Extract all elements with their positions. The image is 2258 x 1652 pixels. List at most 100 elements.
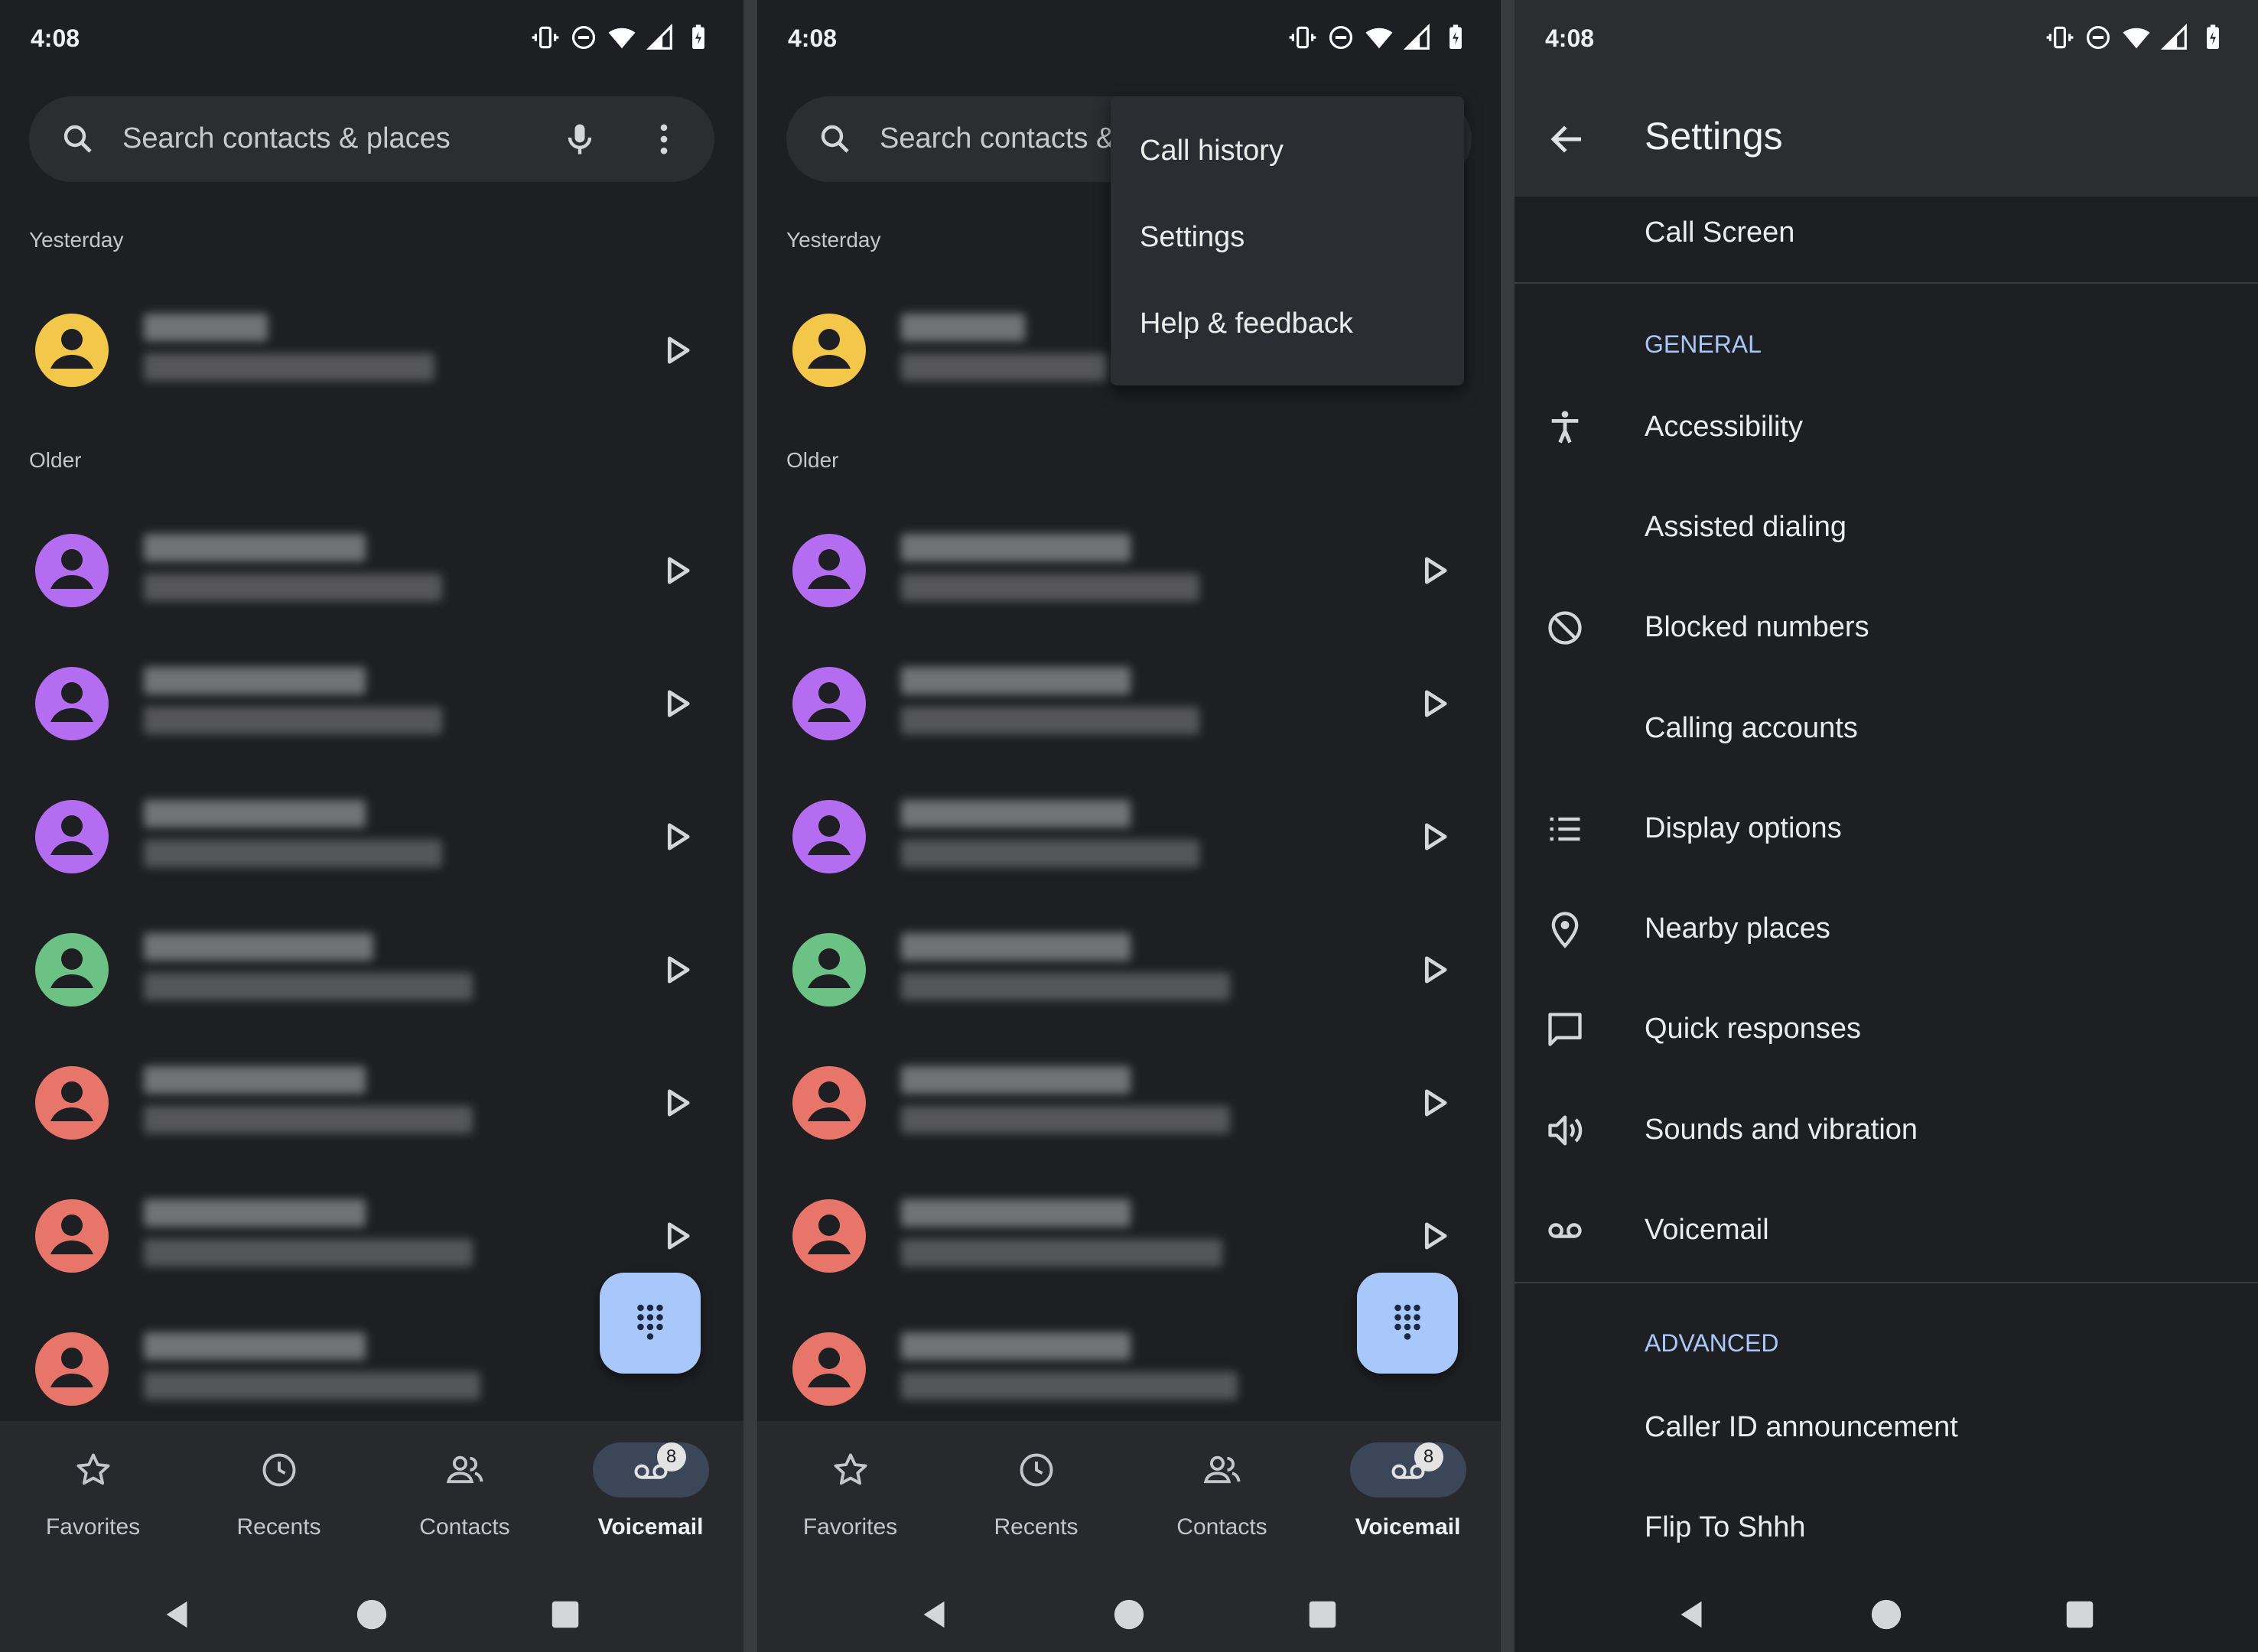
play-icon[interactable] (656, 684, 696, 724)
play-icon[interactable] (656, 817, 696, 857)
voicemail-row[interactable] (0, 636, 743, 769)
nav-favorites[interactable]: Favorites (0, 1421, 186, 1574)
back-triangle-icon[interactable] (1675, 1597, 1710, 1632)
section-yesterday: Yesterday (786, 228, 881, 252)
settings-screen: 4:08 Settings Call Screen GENERAL Access… (1515, 0, 2258, 1652)
setting-calling-accounts[interactable]: Calling accounts (1515, 679, 2258, 779)
dialpad-button[interactable] (1357, 1273, 1458, 1374)
voicemail-row[interactable] (0, 503, 743, 636)
setting-call-screen[interactable]: Call Screen (1515, 184, 2258, 283)
play-icon[interactable] (656, 330, 696, 370)
blurred-call-details (901, 973, 1230, 1000)
play-icon[interactable] (1414, 551, 1453, 590)
voicemail-row[interactable] (0, 902, 743, 1036)
blurred-caller-name (144, 314, 268, 341)
voicemail-row[interactable] (0, 769, 743, 902)
list-icon (1545, 809, 1585, 849)
avatar (792, 667, 866, 740)
setting-assisted-dialing[interactable]: Assisted dialing (1515, 478, 2258, 577)
more-options-icon[interactable] (644, 119, 684, 159)
setting-label: Caller ID announcement (1645, 1411, 1958, 1444)
system-navigation (0, 1574, 743, 1652)
avatar (792, 1199, 866, 1273)
location-pin-icon (1545, 909, 1585, 949)
recents-square-icon[interactable] (2062, 1597, 2097, 1632)
recents-square-icon[interactable] (548, 1597, 583, 1632)
home-circle-icon[interactable] (1869, 1597, 1904, 1632)
setting-blocked-numbers[interactable]: Blocked numbers (1515, 578, 2258, 678)
setting-nearby-places[interactable]: Nearby places (1515, 880, 2258, 979)
voicemail-row[interactable] (0, 1036, 743, 1169)
setting-label: Calling accounts (1645, 712, 1858, 745)
nav-recents[interactable]: Recents (186, 1421, 372, 1574)
blurred-caller-name (901, 1332, 1131, 1360)
menu-item-call-history[interactable]: Call history (1140, 135, 1284, 167)
voicemail-row[interactable] (0, 283, 743, 416)
wifi-icon (1365, 23, 1394, 52)
setting-label: Voicemail (1645, 1214, 1769, 1247)
setting-display-options[interactable]: Display options (1515, 779, 2258, 879)
status-icons (2045, 23, 2227, 52)
blurred-call-details (901, 574, 1199, 601)
nav-voicemail[interactable]: 8 Voicemail (1315, 1421, 1501, 1574)
home-circle-icon[interactable] (1111, 1597, 1147, 1632)
home-circle-icon[interactable] (354, 1597, 389, 1632)
menu-item-settings[interactable]: Settings (1140, 221, 1245, 254)
blurred-caller-name (901, 933, 1131, 961)
play-icon[interactable] (656, 1216, 696, 1256)
settings-app-bar: Settings (1515, 80, 2258, 197)
setting-accessibility[interactable]: Accessibility (1515, 378, 2258, 477)
play-icon[interactable] (1414, 950, 1453, 990)
setting-voicemail[interactable]: Voicemail (1515, 1181, 2258, 1280)
blurred-call-details (144, 1239, 473, 1267)
nav-recents[interactable]: Recents (943, 1421, 1129, 1574)
nav-favorites[interactable]: Favorites (757, 1421, 943, 1574)
setting-label: Sounds and vibration (1645, 1114, 1918, 1146)
vibrate-icon (1288, 23, 1317, 52)
clock-icon (1017, 1450, 1056, 1490)
bottom-navigation: Favorites Recents Contacts 8 Voicemail (0, 1421, 743, 1574)
nav-label: Recents (186, 1514, 372, 1540)
blurred-call-details (144, 353, 434, 381)
blurred-caller-name (901, 534, 1131, 561)
search-bar[interactable]: Search contacts & places (29, 96, 714, 182)
avatar (792, 800, 866, 873)
play-icon[interactable] (656, 1083, 696, 1123)
voicemail-badge: 8 (1414, 1442, 1443, 1472)
nav-contacts[interactable]: Contacts (372, 1421, 558, 1574)
setting-quick-responses[interactable]: Quick responses (1515, 980, 2258, 1079)
nav-label: Voicemail (558, 1514, 743, 1540)
back-arrow-icon[interactable] (1547, 119, 1588, 160)
system-navigation (1515, 1574, 2258, 1652)
back-triangle-icon[interactable] (918, 1597, 953, 1632)
voicemail-row[interactable] (757, 769, 1501, 902)
play-icon[interactable] (1414, 684, 1453, 724)
dialpad-button[interactable] (600, 1273, 701, 1374)
wifi-icon (2122, 23, 2151, 52)
back-triangle-icon[interactable] (161, 1597, 196, 1632)
setting-flip-to-shhh[interactable]: Flip To Shhh (1515, 1478, 2258, 1578)
voicemail-row[interactable] (757, 902, 1501, 1036)
blurred-caller-name (901, 800, 1131, 828)
recents-square-icon[interactable] (1305, 1597, 1340, 1632)
blurred-caller-name (901, 667, 1131, 694)
play-icon[interactable] (1414, 1216, 1453, 1256)
voicemail-row[interactable] (757, 636, 1501, 769)
voicemail-row[interactable] (757, 503, 1501, 636)
play-icon[interactable] (1414, 1083, 1453, 1123)
nav-contacts[interactable]: Contacts (1129, 1421, 1315, 1574)
status-time: 4:08 (1545, 24, 1594, 53)
play-icon[interactable] (656, 950, 696, 990)
play-icon[interactable] (656, 551, 696, 590)
menu-item-help-feedback[interactable]: Help & feedback (1140, 307, 1353, 340)
setting-caller-id-announcement[interactable]: Caller ID announcement (1515, 1378, 2258, 1478)
do-not-disturb-icon (569, 23, 598, 52)
play-icon[interactable] (1414, 817, 1453, 857)
nav-voicemail[interactable]: 8 Voicemail (558, 1421, 743, 1574)
blurred-caller-name (144, 1199, 366, 1227)
setting-sounds-vibration[interactable]: Sounds and vibration (1515, 1081, 2258, 1180)
blurred-call-details (901, 707, 1199, 734)
nav-label: Voicemail (1315, 1514, 1501, 1540)
mic-icon[interactable] (560, 119, 600, 159)
voicemail-row[interactable] (757, 1036, 1501, 1169)
